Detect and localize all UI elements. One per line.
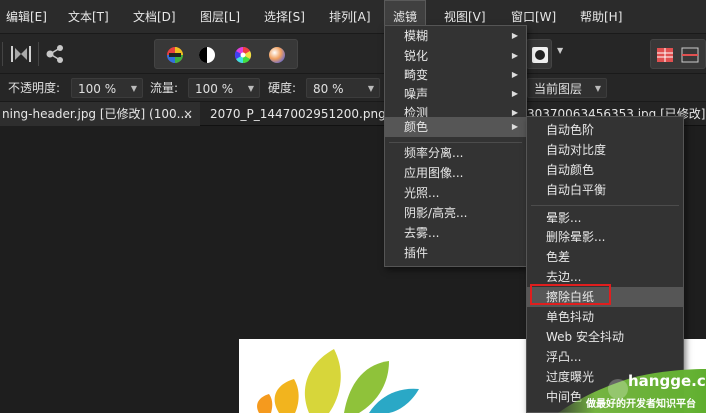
menu-item-vignette[interactable]: 晕影... bbox=[527, 208, 683, 228]
layer-value: 当前图层 bbox=[534, 82, 583, 96]
menu-item-blur[interactable]: 模糊 ▶ bbox=[385, 26, 526, 46]
toolbar-separator bbox=[38, 42, 39, 66]
circle-button-icon[interactable] bbox=[531, 46, 549, 64]
menu-arrange[interactable]: 排列[A] bbox=[329, 0, 371, 34]
flow-field[interactable]: 100 % ▼ bbox=[188, 78, 260, 98]
share-node-icon[interactable] bbox=[45, 44, 67, 64]
menu-item-noise[interactable]: 噪声 ▶ bbox=[385, 84, 526, 104]
opacity-field[interactable]: 100 % ▼ bbox=[71, 78, 143, 98]
menu-item-plugins[interactable]: 插件 bbox=[385, 243, 526, 263]
menu-item-frequency-separation[interactable]: 频率分离... bbox=[385, 143, 526, 163]
color-wheel-icon[interactable] bbox=[165, 45, 185, 65]
tab-document-2[interactable]: 2070_P_1447002951200.png [已修 bbox=[210, 102, 385, 126]
annotation-highlight-box bbox=[530, 284, 611, 305]
submenu-arrow-icon: ▶ bbox=[511, 51, 518, 60]
opacity-label: 不透明度: bbox=[8, 81, 61, 95]
submenu-arrow-icon: ▶ bbox=[511, 70, 518, 79]
menu-item-web-safe-dither[interactable]: Web 安全抖动 bbox=[527, 327, 683, 347]
chevron-down-icon: ▼ bbox=[130, 84, 137, 93]
menu-item-remove-vignette[interactable]: 删除晕影... bbox=[527, 227, 683, 247]
menu-item-distort[interactable]: 畸变 ▶ bbox=[385, 65, 526, 85]
menu-item-lighting[interactable]: 光照... bbox=[385, 183, 526, 203]
menu-item-auto-contrast[interactable]: 自动对比度 bbox=[527, 140, 683, 160]
opacity-value: 100 % bbox=[78, 82, 117, 96]
menu-help[interactable]: 帮助[H] bbox=[580, 0, 622, 34]
menu-bar: 编辑[E] 文本[T] 文档[D] 图层[L] 选择[S] 排列[A] 滤镜 视… bbox=[0, 0, 706, 35]
menu-item-auto-white-balance[interactable]: 自动白平衡 bbox=[527, 180, 683, 200]
toggle-group bbox=[526, 39, 552, 69]
close-icon[interactable]: × bbox=[183, 102, 193, 126]
grid-icon[interactable] bbox=[656, 46, 674, 64]
tab-document-1[interactable]: ning-header.jpg [已修改] (100.... bbox=[0, 102, 200, 126]
chevron-down-icon: ▼ bbox=[594, 84, 601, 93]
menu-item-chromatic-aberration[interactable]: 色差 bbox=[527, 247, 683, 267]
layer-select[interactable]: 当前图层 ▼ bbox=[527, 78, 607, 98]
menu-item-emboss[interactable]: 浮凸... bbox=[527, 347, 683, 367]
menu-item-monochrome-dither[interactable]: 单色抖动 bbox=[527, 307, 683, 327]
menu-item-sharpen[interactable]: 锐化 ▶ bbox=[385, 46, 526, 66]
context-toolbar: 不透明度: 100 % ▼ 流量: 100 % ▼ 硬度: 80 % ▼ 当前图… bbox=[0, 74, 706, 102]
filter-menu: 模糊 ▶ 锐化 ▶ 畸变 ▶ 噪声 ▶ 检测 ▶ 颜色 ▶ 频率分离... 应用图像... … bbox=[384, 25, 527, 267]
menu-divider bbox=[531, 205, 679, 206]
menu-item-apply-image[interactable]: 应用图像... bbox=[385, 163, 526, 183]
menu-layer[interactable]: 图层[L] bbox=[200, 0, 240, 34]
chevron-down-icon: ▼ bbox=[367, 84, 374, 93]
hardness-value: 80 % bbox=[313, 82, 344, 96]
adjustment-group bbox=[154, 39, 298, 69]
grid-group bbox=[650, 39, 706, 69]
contrast-icon[interactable] bbox=[197, 45, 217, 65]
menu-item-auto-levels[interactable]: 自动色阶 bbox=[527, 120, 683, 140]
watermark-site: hangge.com bbox=[628, 372, 706, 390]
submenu-arrow-icon: ▶ bbox=[511, 89, 518, 98]
submenu-arrow-icon: ▶ bbox=[511, 31, 518, 40]
menu-item-shadows-highlights[interactable]: 阴影/高亮... bbox=[385, 203, 526, 223]
hardness-field[interactable]: 80 % ▼ bbox=[306, 78, 380, 98]
dropdown-icon[interactable]: ▼ bbox=[557, 46, 563, 55]
flow-label: 流量: bbox=[150, 81, 179, 95]
toolbar-separator bbox=[2, 42, 3, 66]
chevron-down-icon: ▼ bbox=[247, 84, 254, 93]
menu-select[interactable]: 选择[S] bbox=[264, 0, 305, 34]
menu-item-auto-colors[interactable]: 自动颜色 bbox=[527, 160, 683, 180]
gradient-ball-icon[interactable] bbox=[267, 45, 287, 65]
guide-icon[interactable] bbox=[681, 46, 699, 64]
menu-item-haze-removal[interactable]: 去雾... bbox=[385, 223, 526, 243]
hardness-label: 硬度: bbox=[268, 81, 297, 95]
tab-label: ning-header.jpg [已修改] (100.... bbox=[2, 107, 192, 121]
submenu-arrow-icon: ▶ bbox=[511, 122, 518, 131]
align-icon[interactable] bbox=[10, 44, 32, 64]
toolbar: ▼ bbox=[0, 34, 706, 74]
tab-label: 2070_P_1447002951200.png [已修 bbox=[210, 107, 385, 121]
watermark-tagline: 做最好的开发者知识平台 bbox=[586, 399, 696, 410]
menu-text[interactable]: 文本[T] bbox=[68, 0, 109, 34]
menu-edit[interactable]: 编辑[E] bbox=[6, 0, 47, 34]
flow-value: 100 % bbox=[195, 82, 234, 96]
menu-item-colors[interactable]: 颜色 ▶ bbox=[385, 117, 526, 137]
menu-document[interactable]: 文档[D] bbox=[133, 0, 176, 34]
hue-icon[interactable] bbox=[233, 45, 253, 65]
